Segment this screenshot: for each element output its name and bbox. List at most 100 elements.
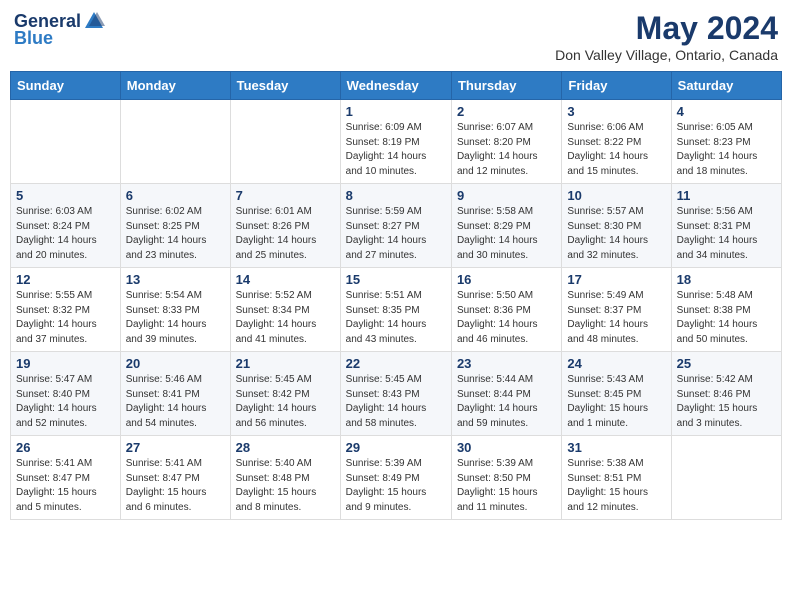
day-number: 19 [16,356,115,371]
day-number: 23 [457,356,556,371]
weekday-header-saturday: Saturday [671,72,781,100]
day-number: 24 [567,356,665,371]
calendar-cell: 25 Sunrise: 5:42 AMSunset: 8:46 PMDayligh… [671,352,781,436]
day-info: Sunrise: 6:06 AMSunset: 8:22 PMDaylight:… [567,121,665,179]
day-info: Sunrise: 6:03 AMSunset: 8:24 PMDaylight:… [16,205,115,263]
title-block: May 2024 Don Valley Village, Ontario, Ca… [555,10,778,63]
day-info: Sunrise: 5:51 AMSunset: 8:35 PMDaylight:… [346,289,446,347]
logo: General Blue [14,10,105,49]
weekday-header-row: SundayMondayTuesdayWednesdayThursdayFrid… [11,72,782,100]
calendar-cell: 15 Sunrise: 5:51 AMSunset: 8:35 PMDayligh… [340,268,451,352]
day-number: 11 [677,188,776,203]
calendar-cell: 21 Sunrise: 5:45 AMSunset: 8:42 PMDayligh… [230,352,340,436]
logo-icon [83,10,105,32]
calendar-cell: 5 Sunrise: 6:03 AMSunset: 8:24 PMDaylight… [11,184,121,268]
calendar-cell: 19 Sunrise: 5:47 AMSunset: 8:40 PMDayligh… [11,352,121,436]
day-info: Sunrise: 6:09 AMSunset: 8:19 PMDaylight:… [346,121,446,179]
day-number: 27 [126,440,225,455]
day-number: 25 [677,356,776,371]
day-number: 28 [236,440,335,455]
day-number: 17 [567,272,665,287]
calendar-cell [11,100,121,184]
day-info: Sunrise: 5:45 AMSunset: 8:43 PMDaylight:… [346,373,446,431]
day-number: 14 [236,272,335,287]
calendar-cell: 14 Sunrise: 5:52 AMSunset: 8:34 PMDayligh… [230,268,340,352]
calendar-cell: 6 Sunrise: 6:02 AMSunset: 8:25 PMDaylight… [120,184,230,268]
day-number: 21 [236,356,335,371]
week-row-1: 1Sunrise: 6:09 AMSunset: 8:19 PMDaylight… [11,100,782,184]
day-number: 10 [567,188,665,203]
calendar-cell [230,100,340,184]
day-info: Sunrise: 6:01 AMSunset: 8:26 PMDaylight:… [236,205,335,263]
day-number: 20 [126,356,225,371]
weekday-header-sunday: Sunday [11,72,121,100]
calendar-cell: 7Sunrise: 6:01 AMSunset: 8:26 PMDaylight… [230,184,340,268]
day-info: Sunrise: 5:45 AMSunset: 8:42 PMDaylight:… [236,373,335,431]
calendar-cell: 9 Sunrise: 5:58 AMSunset: 8:29 PMDaylight… [451,184,561,268]
calendar-cell: 30 Sunrise: 5:39 AMSunset: 8:50 PMDayligh… [451,436,561,520]
day-info: Sunrise: 5:52 AMSunset: 8:34 PMDaylight:… [236,289,335,347]
calendar-cell: 12Sunrise: 5:55 AMSunset: 8:32 PMDayligh… [11,268,121,352]
day-number: 31 [567,440,665,455]
calendar-cell: 23 Sunrise: 5:44 AMSunset: 8:44 PMDayligh… [451,352,561,436]
calendar-cell: 17Sunrise: 5:49 AMSunset: 8:37 PMDayligh… [562,268,671,352]
week-row-3: 12Sunrise: 5:55 AMSunset: 8:32 PMDayligh… [11,268,782,352]
day-info: Sunrise: 5:47 AMSunset: 8:40 PMDaylight:… [16,373,115,431]
calendar-cell: 4 Sunrise: 6:05 AMSunset: 8:23 PMDaylight… [671,100,781,184]
day-info: Sunrise: 6:05 AMSunset: 8:23 PMDaylight:… [677,121,776,179]
weekday-header-wednesday: Wednesday [340,72,451,100]
day-info: Sunrise: 6:02 AMSunset: 8:25 PMDaylight:… [126,205,225,263]
page-header: General Blue May 2024 Don Valley Village… [10,10,782,63]
day-info: Sunrise: 5:40 AMSunset: 8:48 PMDaylight:… [236,457,335,515]
day-info: Sunrise: 5:54 AMSunset: 8:33 PMDaylight:… [126,289,225,347]
day-number: 13 [126,272,225,287]
day-number: 5 [16,188,115,203]
calendar-cell: 13 Sunrise: 5:54 AMSunset: 8:33 PMDayligh… [120,268,230,352]
day-info: Sunrise: 5:58 AMSunset: 8:29 PMDaylight:… [457,205,556,263]
day-info: Sunrise: 5:59 AMSunset: 8:27 PMDaylight:… [346,205,446,263]
day-info: Sunrise: 5:44 AMSunset: 8:44 PMDaylight:… [457,373,556,431]
week-row-5: 26 Sunrise: 5:41 AMSunset: 8:47 PMDayligh… [11,436,782,520]
day-info: Sunrise: 5:48 AMSunset: 8:38 PMDaylight:… [677,289,776,347]
calendar-cell: 20 Sunrise: 5:46 AMSunset: 8:41 PMDayligh… [120,352,230,436]
calendar-cell: 22 Sunrise: 5:45 AMSunset: 8:43 PMDayligh… [340,352,451,436]
calendar-cell: 26 Sunrise: 5:41 AMSunset: 8:47 PMDayligh… [11,436,121,520]
day-number: 22 [346,356,446,371]
weekday-header-thursday: Thursday [451,72,561,100]
calendar-cell: 11 Sunrise: 5:56 AMSunset: 8:31 PMDayligh… [671,184,781,268]
weekday-header-monday: Monday [120,72,230,100]
calendar-cell [120,100,230,184]
day-info: Sunrise: 5:42 AMSunset: 8:46 PMDaylight:… [677,373,776,431]
day-info: Sunrise: 5:46 AMSunset: 8:41 PMDaylight:… [126,373,225,431]
day-info: Sunrise: 5:50 AMSunset: 8:36 PMDaylight:… [457,289,556,347]
calendar-cell: 29Sunrise: 5:39 AMSunset: 8:49 PMDayligh… [340,436,451,520]
week-row-4: 19 Sunrise: 5:47 AMSunset: 8:40 PMDayligh… [11,352,782,436]
day-info: Sunrise: 6:07 AMSunset: 8:20 PMDaylight:… [457,121,556,179]
day-number: 9 [457,188,556,203]
day-number: 18 [677,272,776,287]
calendar-cell: 2Sunrise: 6:07 AMSunset: 8:20 PMDaylight… [451,100,561,184]
calendar-cell: 8 Sunrise: 5:59 AMSunset: 8:27 PMDaylight… [340,184,451,268]
day-number: 16 [457,272,556,287]
calendar-cell: 18 Sunrise: 5:48 AMSunset: 8:38 PMDayligh… [671,268,781,352]
day-info: Sunrise: 5:41 AMSunset: 8:47 PMDaylight:… [126,457,225,515]
day-number: 8 [346,188,446,203]
calendar-cell: 16 Sunrise: 5:50 AMSunset: 8:36 PMDayligh… [451,268,561,352]
day-number: 4 [677,104,776,119]
day-number: 29 [346,440,446,455]
calendar-table: SundayMondayTuesdayWednesdayThursdayFrid… [10,71,782,520]
day-info: Sunrise: 5:39 AMSunset: 8:50 PMDaylight:… [457,457,556,515]
day-number: 6 [126,188,225,203]
day-info: Sunrise: 5:55 AMSunset: 8:32 PMDaylight:… [16,289,115,347]
day-info: Sunrise: 5:41 AMSunset: 8:47 PMDaylight:… [16,457,115,515]
calendar-cell [671,436,781,520]
week-row-2: 5 Sunrise: 6:03 AMSunset: 8:24 PMDaylight… [11,184,782,268]
calendar-cell: 27 Sunrise: 5:41 AMSunset: 8:47 PMDayligh… [120,436,230,520]
logo-blue-text: Blue [14,28,53,49]
day-info: Sunrise: 5:38 AMSunset: 8:51 PMDaylight:… [567,457,665,515]
calendar-cell: 3Sunrise: 6:06 AMSunset: 8:22 PMDaylight… [562,100,671,184]
day-number: 30 [457,440,556,455]
day-number: 26 [16,440,115,455]
day-number: 15 [346,272,446,287]
day-info: Sunrise: 5:56 AMSunset: 8:31 PMDaylight:… [677,205,776,263]
